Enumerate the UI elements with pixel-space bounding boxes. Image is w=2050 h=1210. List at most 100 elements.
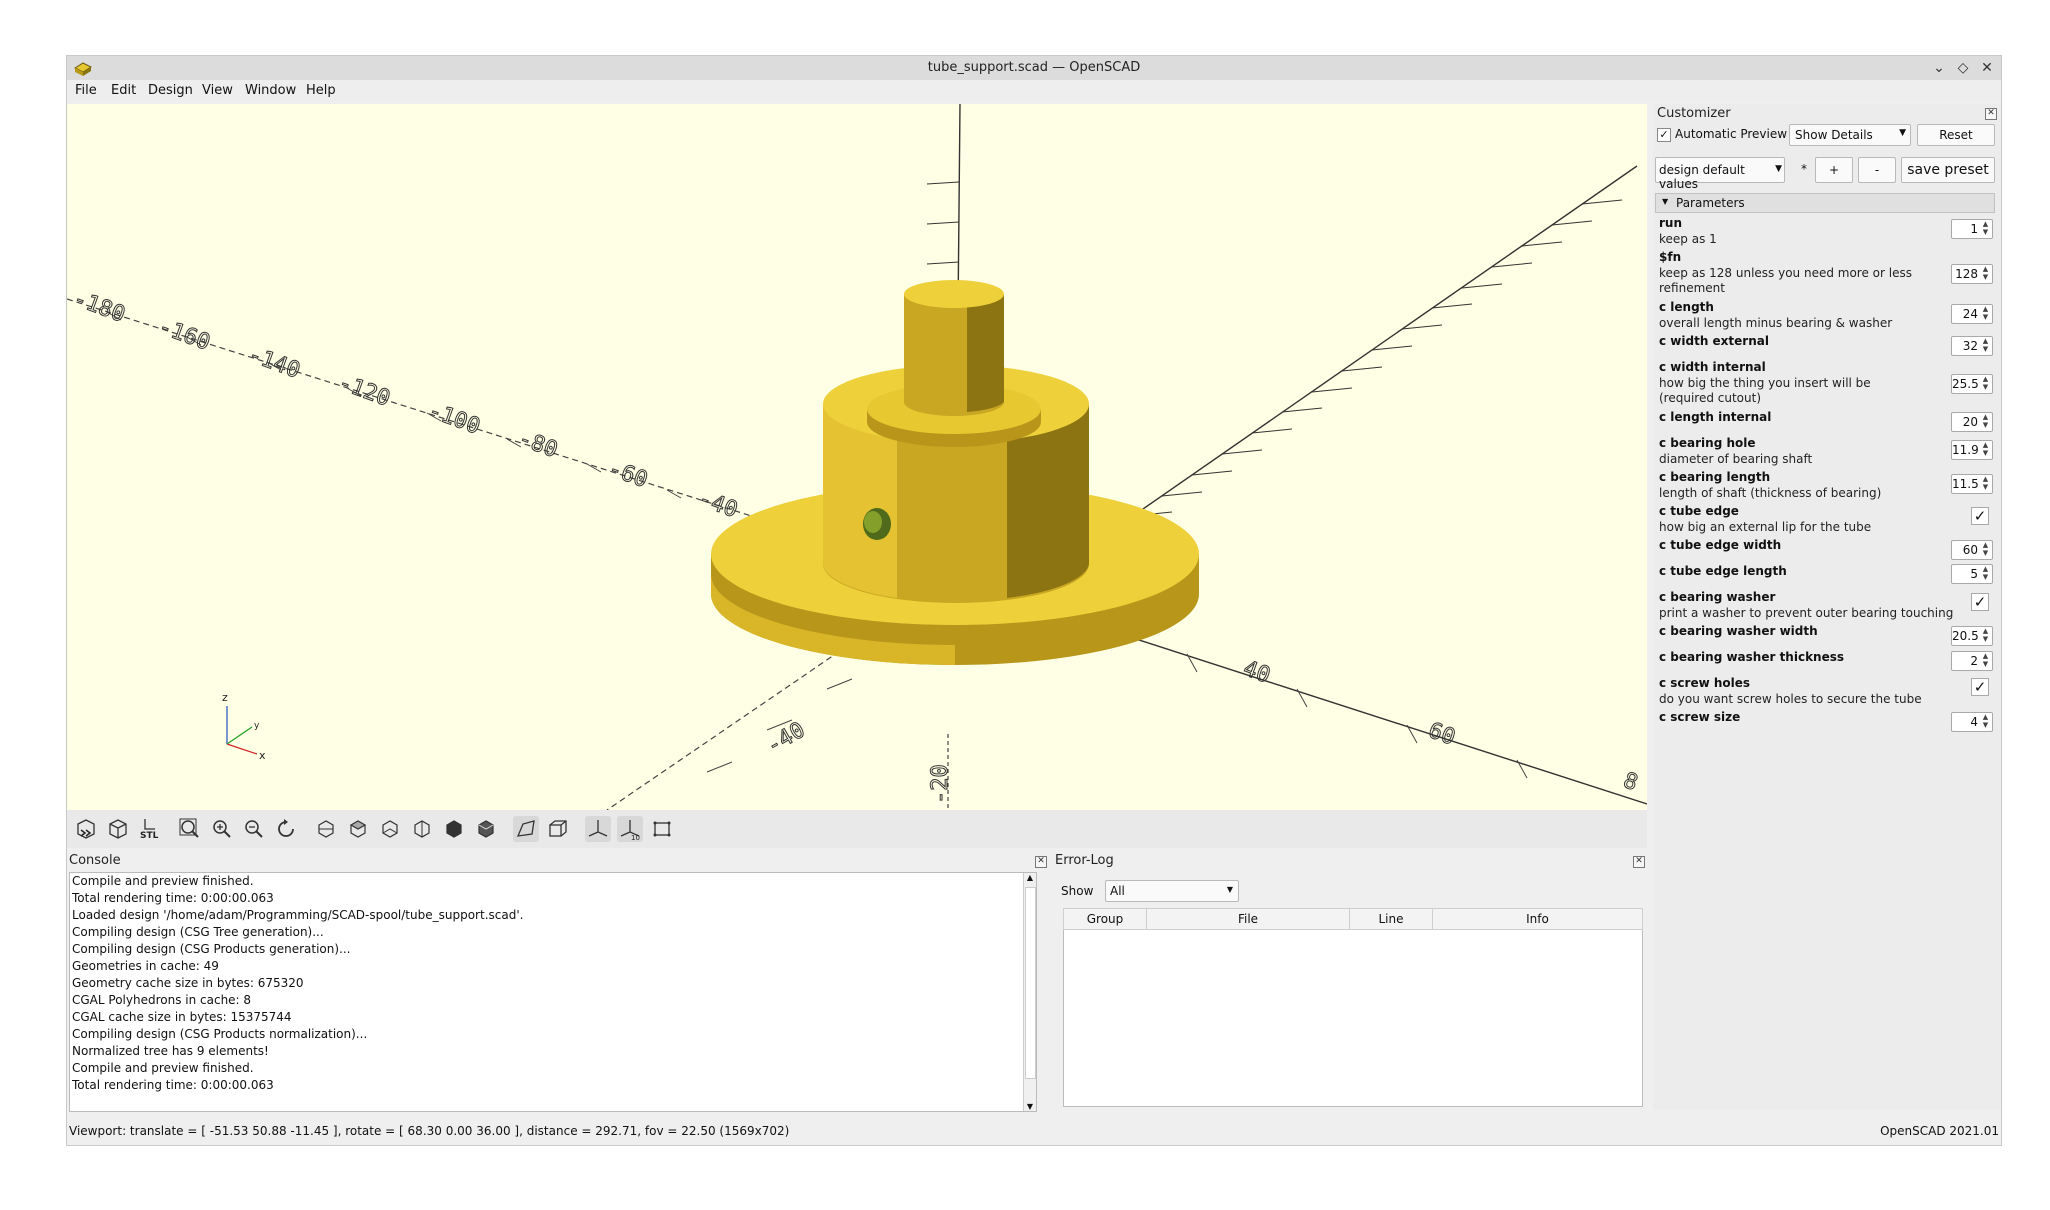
close-icon[interactable]: ✕ [1977,58,1997,78]
customizer-close-icon[interactable]: ✕ [1985,108,1997,120]
export-stl-icon[interactable]: STL [137,816,163,842]
spin-arrows-icon[interactable]: ▲ ▼ [1980,413,1991,431]
param-c-bearing-washer-width-input[interactable]: 20.5 ▲ ▼ [1951,626,1993,646]
param-c-length-internal-input[interactable]: 20 ▲ ▼ [1951,412,1993,432]
column-group[interactable]: Group [1063,908,1147,930]
zoom-in-icon[interactable] [209,816,235,842]
param-c-width-internal-input[interactable]: 25.5 ▲ ▼ [1951,374,1993,394]
render-icon[interactable] [105,816,131,842]
menu-edit[interactable]: Edit [111,83,136,98]
param-desc: overall length minus bearing & washer [1659,316,1893,330]
x-tick-neg140: -140 [245,342,303,384]
scroll-up-icon[interactable]: ▲ [1024,873,1036,882]
show-filter-value: All [1110,884,1125,898]
viewport-scene: 40 60 8 -40 -60 -80 -100 -120 -140 -160 … [67,104,1647,810]
console-output[interactable]: Compile and preview finished. Total rende… [69,872,1037,1112]
spin-arrows-icon[interactable]: ▲ ▼ [1980,565,1991,583]
param-c-bearing-washer-thickness-input[interactable]: 2 ▲ ▼ [1951,651,1993,671]
add-preset-button[interactable]: + [1815,157,1853,183]
error-log-table: Group File Line Info [1063,908,1643,1107]
column-info[interactable]: Info [1432,908,1643,930]
console-line: Compile and preview finished. [72,1061,254,1075]
menu-help[interactable]: Help [306,83,336,98]
maximize-icon[interactable]: ◇ [1953,58,1973,78]
parameters-section-header[interactable]: ▼ Parameters [1655,193,1995,213]
param-value: 20 [1962,415,1978,429]
column-file[interactable]: File [1146,908,1350,930]
param-c-screw-holes-checkbox[interactable]: ✓ [1971,678,1989,696]
zoom-out-icon[interactable] [241,816,267,842]
param-c-bearing-washer-width: c bearing washer width 20.5 ▲ ▼ [1659,624,1995,650]
param-c-tube-edge-length-input[interactable]: 5 ▲ ▼ [1951,564,1993,584]
error-log-title: Error-Log [1055,853,1114,868]
param-c-bearing-hole-input[interactable]: 11.9 ▲ ▼ [1951,440,1993,460]
menu-view[interactable]: View [202,83,233,98]
spin-arrows-icon[interactable]: ▲ ▼ [1980,627,1991,645]
console-scrollbar[interactable]: ▲ ▼ [1023,873,1036,1111]
show-edges-icon[interactable] [649,816,675,842]
title-bar: tube_support.scad — OpenSCAD ⌄ ◇ ✕ [67,56,2001,80]
param-desc: diameter of bearing shaft [1659,452,1813,466]
param-desc: how big the thing you insert will be (re… [1659,376,1871,405]
view-left-icon[interactable] [409,816,435,842]
x-tick-40: 40 [1240,656,1273,689]
3d-viewport[interactable]: 40 60 8 -40 -60 -80 -100 -120 -140 -160 … [67,104,1647,810]
scroll-down-icon[interactable]: ▼ [1024,1102,1036,1111]
param-c-tube-edge-width: c tube edge width 60 ▲ ▼ [1659,538,1995,564]
perspective-icon[interactable] [513,816,539,842]
param-value: 11.9 [1952,443,1979,457]
spin-arrows-icon[interactable]: ▲ ▼ [1980,541,1991,559]
show-axes-icon[interactable] [585,816,611,842]
view-top-icon[interactable] [345,816,371,842]
param-c-tube-edge-checkbox[interactable]: ✓ [1971,507,1989,525]
reset-button[interactable]: Reset [1917,124,1995,146]
show-details-select[interactable]: Show Details ▼ [1789,124,1911,146]
spin-arrows-icon[interactable]: ▲ ▼ [1980,713,1991,731]
param-c-bearing-washer-checkbox[interactable]: ✓ [1971,593,1989,611]
param-c-width-external-input[interactable]: 32 ▲ ▼ [1951,336,1993,356]
spin-arrows-icon[interactable]: ▲ ▼ [1980,337,1991,355]
z-tick-neg20: -20 [928,764,953,804]
param-run-input[interactable]: 1 ▲ ▼ [1951,219,1993,239]
param-c-width-external: c width external 32 ▲ ▼ [1659,334,1995,360]
remove-preset-button[interactable]: - [1858,157,1896,183]
view-bottom-icon[interactable] [377,816,403,842]
parameters-section-title: Parameters [1676,196,1745,210]
view-back-icon[interactable] [473,816,499,842]
preset-select[interactable]: design default values ▼ [1655,157,1785,191]
spin-arrows-icon[interactable]: ▲ ▼ [1980,375,1991,393]
menu-window[interactable]: Window [245,83,296,98]
reset-view-icon[interactable] [273,816,299,842]
spin-arrows-icon[interactable]: ▲ ▼ [1980,265,1991,283]
param-c-screw-size-input[interactable]: 4 ▲ ▼ [1951,712,1993,732]
menu-file[interactable]: File [75,83,97,98]
show-scale-icon[interactable]: 10 [617,816,643,842]
view-front-icon[interactable] [441,816,467,842]
show-filter-select[interactable]: All ▼ [1105,880,1239,902]
spin-arrows-icon[interactable]: ▲ ▼ [1980,475,1991,493]
console-close-icon[interactable]: ✕ [1035,856,1047,868]
chevron-down-icon: ▼ [1226,885,1233,894]
param-c-length-input[interactable]: 24 ▲ ▼ [1951,304,1993,324]
view-all-icon[interactable] [177,816,203,842]
preview-icon[interactable] [73,816,99,842]
auto-preview-checkbox[interactable]: ✓ [1657,128,1671,142]
spin-arrows-icon[interactable]: ▲ ▼ [1980,652,1991,670]
orthogonal-icon[interactable] [545,816,571,842]
minimize-icon[interactable]: ⌄ [1929,58,1949,78]
view-right-icon[interactable] [313,816,339,842]
param-fn-input[interactable]: 128 ▲ ▼ [1951,264,1993,284]
param-c-tube-edge-width-input[interactable]: 60 ▲ ▼ [1951,540,1993,560]
spin-arrows-icon[interactable]: ▲ ▼ [1980,305,1991,323]
spin-arrows-icon[interactable]: ▲ ▼ [1980,220,1991,238]
column-line[interactable]: Line [1349,908,1433,930]
axis-orientation-gizmo: z x y [222,691,266,762]
menu-design[interactable]: Design [148,83,193,98]
param-c-bearing-length-input[interactable]: 11.5 ▲ ▼ [1951,474,1993,494]
param-value: 1 [1970,222,1978,236]
save-preset-button[interactable]: save preset [1901,157,1995,183]
menu-bar: File Edit Design View Window Help [67,80,2001,102]
spin-arrows-icon[interactable]: ▲ ▼ [1980,441,1991,459]
scroll-thumb[interactable] [1025,887,1036,1079]
error-log-close-icon[interactable]: ✕ [1633,856,1645,868]
